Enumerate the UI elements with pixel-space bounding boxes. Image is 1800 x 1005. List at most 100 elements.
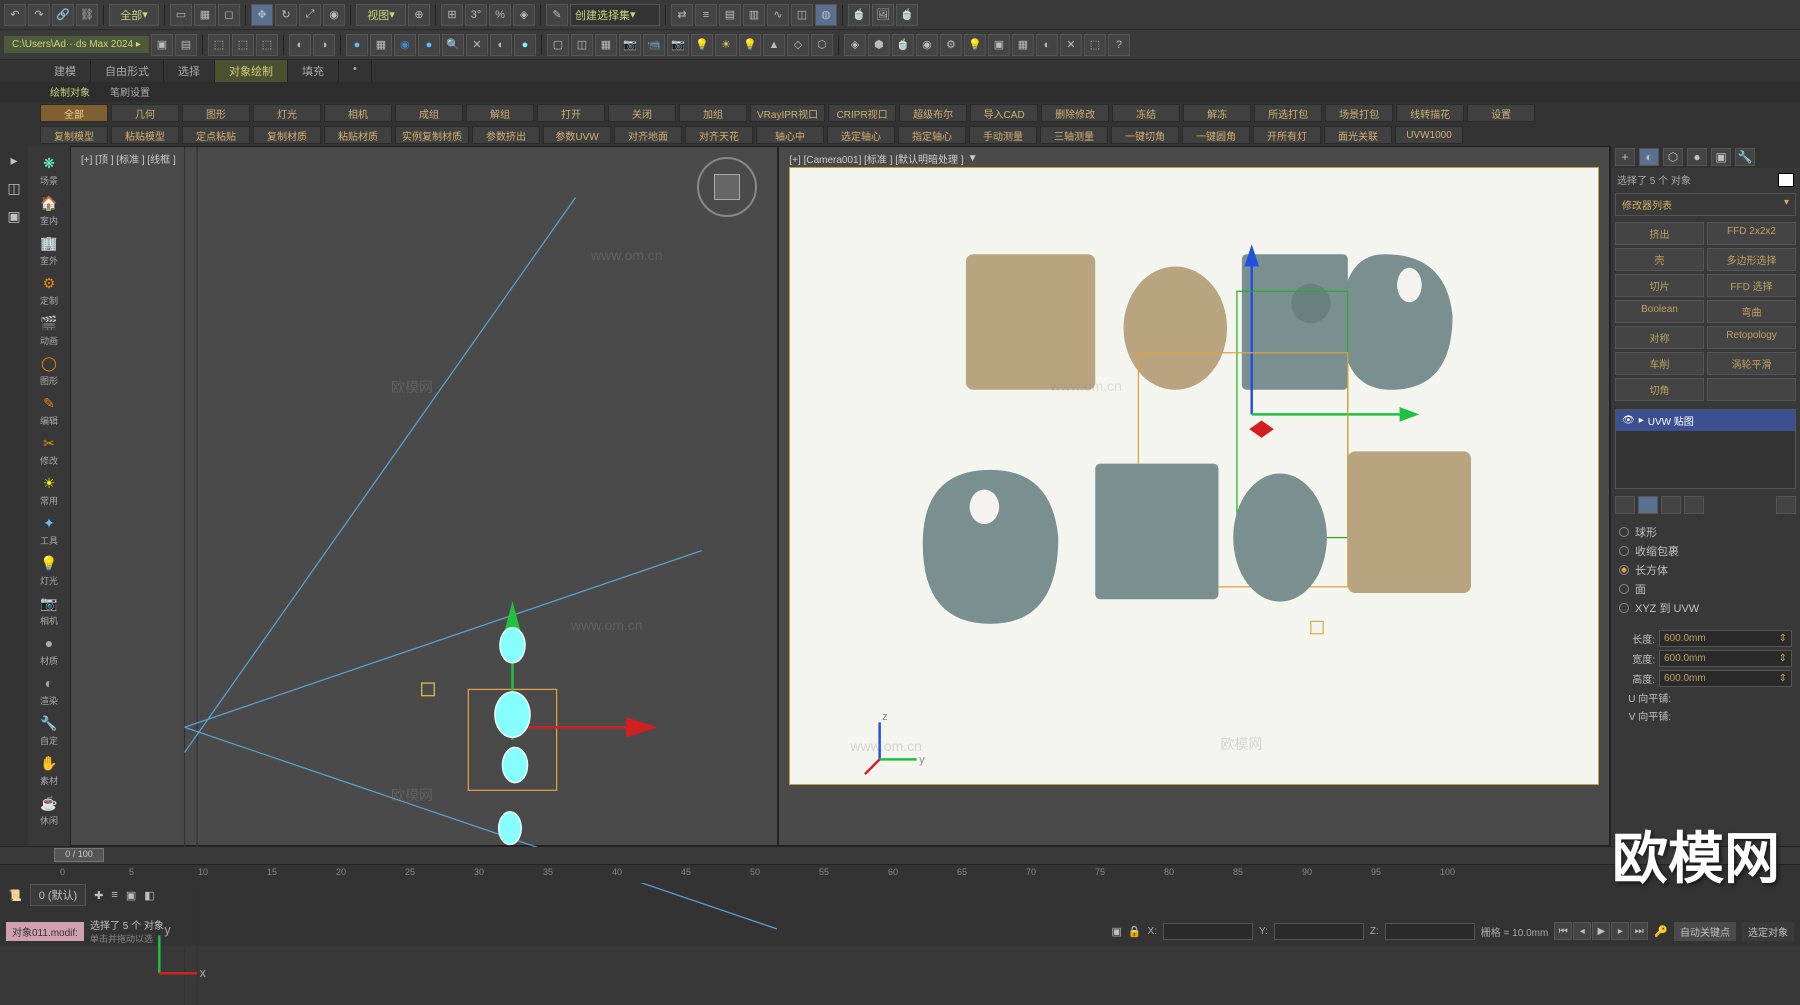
r6-icon[interactable]: 💡 xyxy=(964,34,986,56)
make-unique-icon[interactable] xyxy=(1661,496,1681,514)
eye-icon[interactable]: 👁 xyxy=(1622,415,1635,426)
curve-editor-icon[interactable]: ∿ xyxy=(767,4,789,26)
modbtn-壳[interactable]: 壳 xyxy=(1615,248,1704,271)
r8-icon[interactable]: ▦ xyxy=(1012,34,1034,56)
t4-icon[interactable]: ◐ xyxy=(289,34,311,56)
pin-stack-icon[interactable] xyxy=(1615,496,1635,514)
length-spinner[interactable]: 600.0mm⇕ xyxy=(1659,630,1792,647)
tab-selection[interactable]: 选择 xyxy=(164,60,215,82)
toolbtn-VRayIPR视口[interactable]: VRayIPR视口 xyxy=(750,104,825,122)
tex-icon[interactable]: ▦ xyxy=(370,34,392,56)
toolbtn-所选打包[interactable]: 所选打包 xyxy=(1254,104,1322,122)
toolbtn-UVW1000[interactable]: UVW1000 xyxy=(1395,126,1463,144)
remove-modifier-icon[interactable] xyxy=(1684,496,1704,514)
gizmo-option-面[interactable]: 面 xyxy=(1619,581,1792,597)
toolbtn-定点粘贴[interactable]: 定点粘贴 xyxy=(182,126,250,144)
angle-snap-icon[interactable]: 3° xyxy=(465,4,487,26)
move-icon[interactable]: ✥ xyxy=(251,4,273,26)
goto-end-icon[interactable]: ⏭ xyxy=(1630,922,1648,940)
r9-icon[interactable]: ◐ xyxy=(1036,34,1058,56)
cyan-ball-icon[interactable]: ● xyxy=(514,34,536,56)
gizmo-option-XYZ 到 UVW[interactable]: XYZ 到 UVW xyxy=(1619,600,1792,616)
motion-tab-icon[interactable]: ● xyxy=(1687,148,1707,166)
display-tab-icon[interactable]: ▣ xyxy=(1711,148,1731,166)
width-spinner[interactable]: 600.0mm⇕ xyxy=(1659,650,1792,667)
modbtn-挤出[interactable]: 挤出 xyxy=(1615,222,1704,245)
cam3-icon[interactable]: 📷 xyxy=(667,34,689,56)
utilities-tab-icon[interactable]: 🔧 xyxy=(1735,148,1755,166)
filter-icon[interactable]: ▼ xyxy=(968,153,978,164)
align-icon[interactable]: ≡ xyxy=(695,4,717,26)
modbtn-切角[interactable]: 切角 xyxy=(1615,378,1704,401)
toolbtn-轴心中[interactable]: 轴心中 xyxy=(756,126,824,144)
autokey-button[interactable]: 自动关键点 xyxy=(1674,922,1736,941)
category-灯光[interactable]: 💡灯光 xyxy=(28,550,70,590)
selected-object-dropdown[interactable]: 选定对象 xyxy=(1742,922,1794,941)
modbtn-对称[interactable]: 对称 xyxy=(1615,326,1704,349)
toolbtn-实例复制材质[interactable]: 实例复制材质 xyxy=(395,126,469,144)
light4-icon[interactable]: ◇ xyxy=(787,34,809,56)
light2-icon[interactable]: 💡 xyxy=(739,34,761,56)
category-渲染[interactable]: ◐渲染 xyxy=(28,670,70,710)
toolbtn-灯光[interactable]: 灯光 xyxy=(253,104,321,122)
category-材质[interactable]: ●材质 xyxy=(28,630,70,670)
material-editor-icon[interactable]: ◍ xyxy=(815,4,837,26)
y-coord-input[interactable] xyxy=(1274,923,1364,940)
modbtn-empty[interactable] xyxy=(1707,378,1796,401)
light1-icon[interactable]: 💡 xyxy=(691,34,713,56)
toolbtn-解冻[interactable]: 解冻 xyxy=(1183,104,1251,122)
modifier-stack[interactable]: 👁 ▸ UVW 贴图 xyxy=(1615,409,1796,489)
pivot-icon[interactable]: ⊕ xyxy=(408,4,430,26)
modifier-stack-item[interactable]: 👁 ▸ UVW 贴图 xyxy=(1616,410,1795,431)
percent-snap-icon[interactable]: % xyxy=(489,4,511,26)
named-sel-icon[interactable]: ✎ xyxy=(546,4,568,26)
category-动画[interactable]: 🎬动画 xyxy=(28,310,70,350)
workspace2-icon[interactable]: ▤ xyxy=(175,34,197,56)
t2-icon[interactable]: ⬚ xyxy=(232,34,254,56)
modbtn-多边形选择[interactable]: 多边形选择 xyxy=(1707,248,1796,271)
coord-system-dropdown[interactable]: 视图 ▾ xyxy=(356,4,406,26)
toolbtn-对齐地面[interactable]: 对齐地面 xyxy=(614,126,682,144)
tab-modeling[interactable]: 建模 xyxy=(40,60,91,82)
modbtn-涡轮平滑[interactable]: 涡轮平滑 xyxy=(1707,352,1796,375)
category-工具[interactable]: ✦工具 xyxy=(28,510,70,550)
toolbtn-参数UVW[interactable]: 参数UVW xyxy=(543,126,611,144)
ball3-icon[interactable]: ● xyxy=(418,34,440,56)
toolbtn-解组[interactable]: 解组 xyxy=(466,104,534,122)
modbtn-切片[interactable]: 切片 xyxy=(1615,274,1704,297)
z-coord-input[interactable] xyxy=(1385,923,1475,940)
select-icon[interactable]: ▭ xyxy=(170,4,192,26)
prev-frame-icon[interactable]: ◂ xyxy=(1573,922,1591,940)
bw-ball-icon[interactable]: ◐ xyxy=(490,34,512,56)
toolbtn-图形[interactable]: 图形 xyxy=(182,104,250,122)
help-icon[interactable]: ? xyxy=(1108,34,1130,56)
r3-icon[interactable]: 🍵 xyxy=(892,34,914,56)
modbtn-Boolean[interactable]: Boolean xyxy=(1615,300,1704,323)
sun-icon[interactable]: ☀ xyxy=(715,34,737,56)
toolbtn-三轴测量[interactable]: 三轴测量 xyxy=(1040,126,1108,144)
toolbtn-复制模型[interactable]: 复制模型 xyxy=(40,126,108,144)
toolbtn-冻结[interactable]: 冻结 xyxy=(1112,104,1180,122)
grid-icon[interactable]: ▦ xyxy=(595,34,617,56)
time-ruler[interactable]: 0510152025303540455055606570758085909510… xyxy=(0,865,1800,883)
toolbtn-导入CAD[interactable]: 导入CAD xyxy=(970,104,1038,122)
category-图形[interactable]: ◯图形 xyxy=(28,350,70,390)
snap-toggle-icon[interactable]: ⊞ xyxy=(441,4,463,26)
category-室外[interactable]: 🏢室外 xyxy=(28,230,70,270)
ball1-icon[interactable]: ● xyxy=(346,34,368,56)
toolbtn-线转描花[interactable]: 线转描花 xyxy=(1396,104,1464,122)
modbtn-FFD 2x2x2[interactable]: FFD 2x2x2 xyxy=(1707,222,1796,245)
modbtn-Retopology[interactable]: Retopology xyxy=(1707,326,1796,349)
tab-freeform[interactable]: 自由形式 xyxy=(91,60,164,82)
toolbtn-几何[interactable]: 几何 xyxy=(111,104,179,122)
select-similar-icon[interactable]: ▦ xyxy=(194,4,216,26)
goto-start-icon[interactable]: ⏮ xyxy=(1554,922,1572,940)
redo-icon[interactable]: ↷ xyxy=(28,4,50,26)
placement-icon[interactable]: ◉ xyxy=(323,4,345,26)
toolbtn-超级布尔[interactable]: 超级布尔 xyxy=(899,104,967,122)
light5-icon[interactable]: ⬡ xyxy=(811,34,833,56)
toolbtn-指定轴心[interactable]: 指定轴心 xyxy=(898,126,966,144)
toolbtn-面光关联[interactable]: 面光关联 xyxy=(1324,126,1392,144)
category-休闲[interactable]: ☕休闲 xyxy=(28,790,70,830)
cam1-icon[interactable]: 📷 xyxy=(619,34,641,56)
